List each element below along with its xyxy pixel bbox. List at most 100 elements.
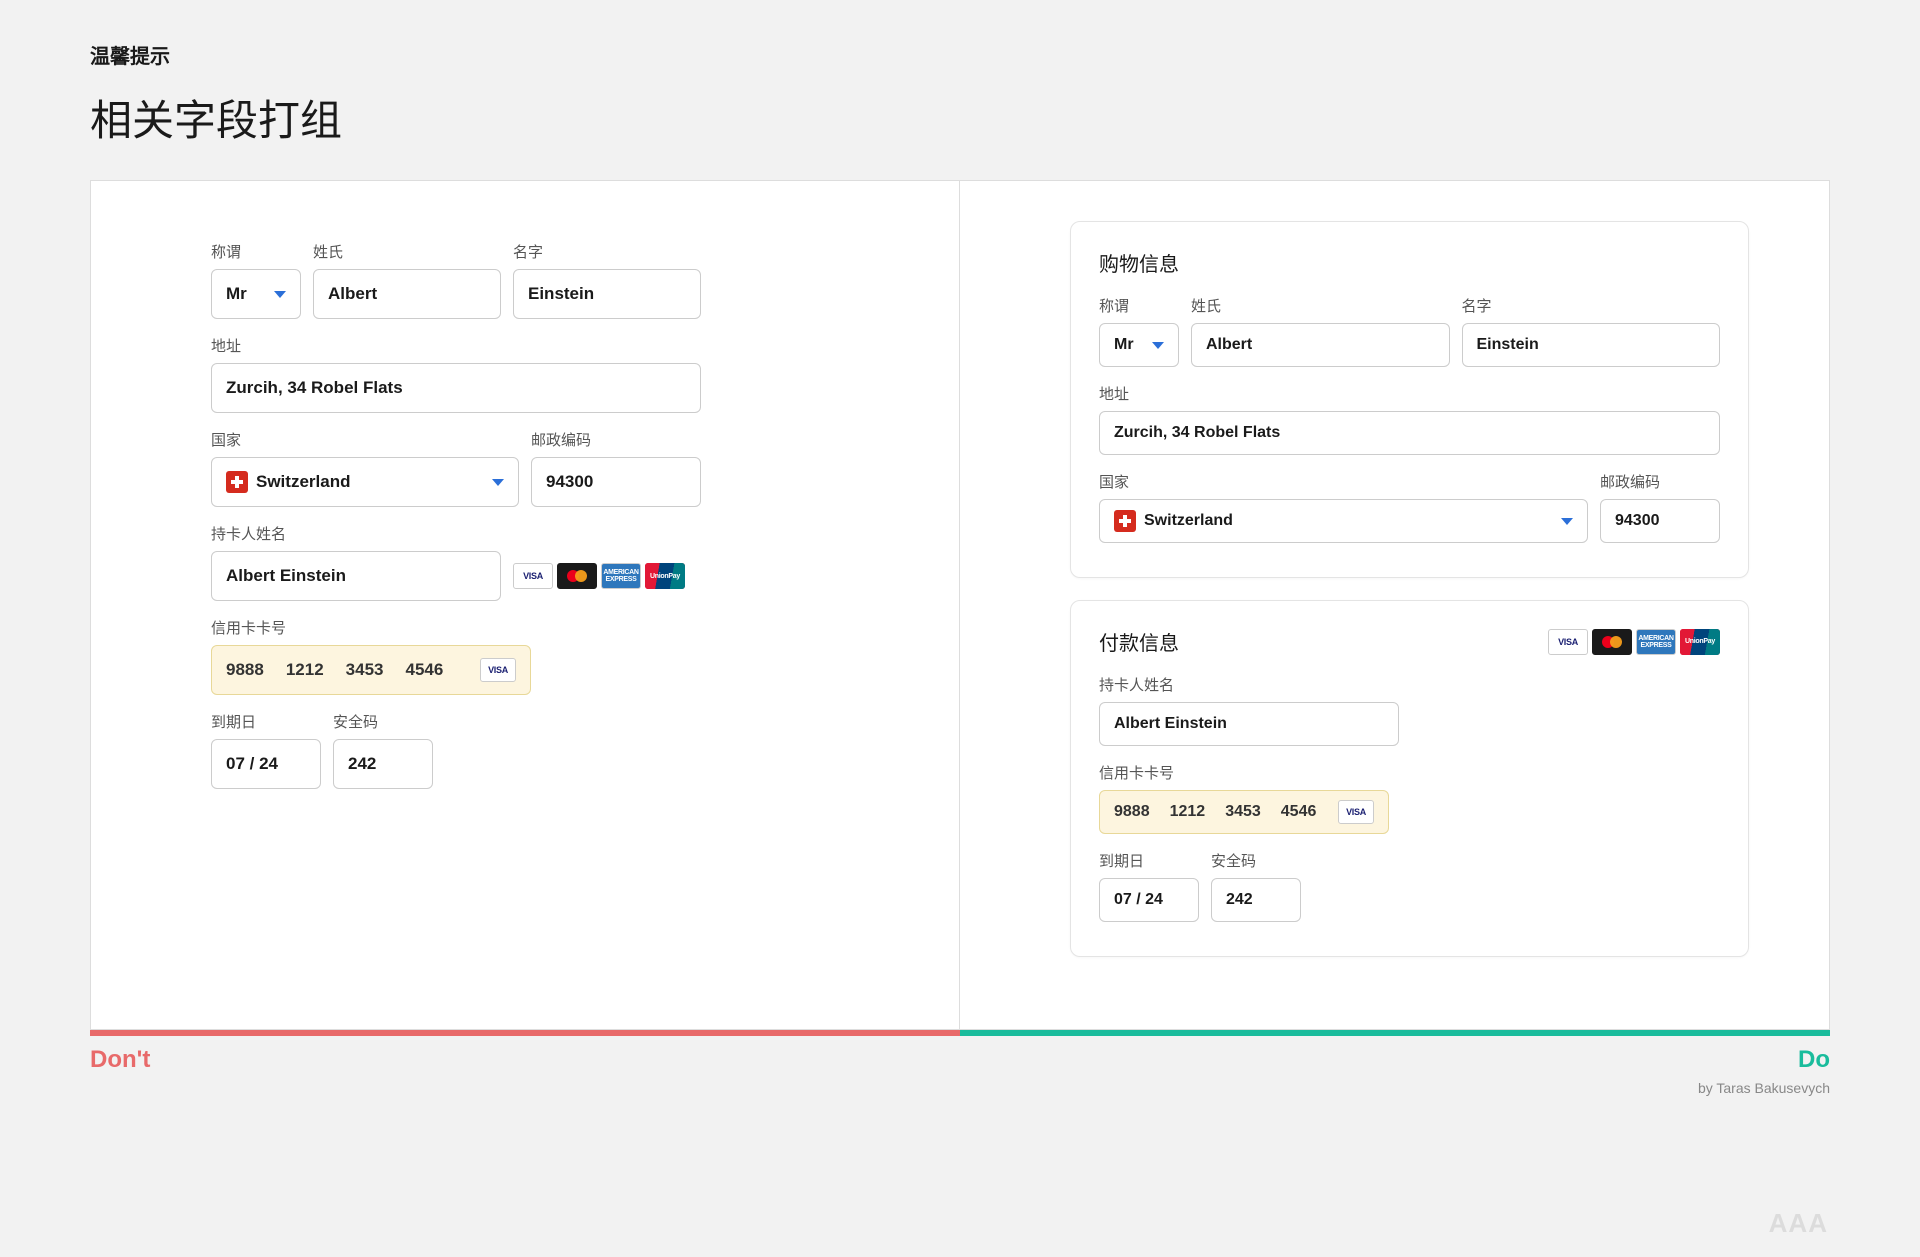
card-brand-row: VISA AMERICAN EXPRESS UnionPay: [1548, 629, 1720, 655]
cvc-value: 242: [1226, 891, 1253, 909]
lastname-value: Albert: [1206, 336, 1252, 354]
country-value: Switzerland: [1144, 512, 1233, 530]
do-panel: 购物信息 称谓 Mr 姓氏 Albert 名字 Einstein: [960, 181, 1829, 1029]
visa-icon: VISA: [1548, 629, 1588, 655]
visa-icon: VISA: [480, 658, 516, 682]
firstname-label: 名字: [513, 241, 701, 262]
payment-info-card: 付款信息 VISA AMERICAN EXPRESS UnionPay 持卡人姓…: [1070, 600, 1749, 957]
byline: by Taras Bakusevych: [90, 1080, 1830, 1096]
watermark: AAA: [1769, 1208, 1828, 1239]
address-input[interactable]: Zurcih, 34 Robel Flats: [211, 363, 701, 413]
address-label: 地址: [211, 335, 701, 356]
cardholder-value: Albert Einstein: [1114, 715, 1227, 733]
unionpay-icon: UnionPay: [645, 563, 685, 589]
cardholder-input[interactable]: Albert Einstein: [1099, 702, 1399, 746]
tip-label: 温馨提示: [90, 40, 1830, 69]
mastercard-icon: [557, 563, 597, 589]
amex-icon: AMERICAN EXPRESS: [1636, 629, 1676, 655]
cardholder-input[interactable]: Albert Einstein: [211, 551, 501, 601]
cardholder-label: 持卡人姓名: [1099, 674, 1399, 695]
visa-icon: VISA: [1338, 800, 1374, 824]
expiry-input[interactable]: 07 / 24: [1099, 878, 1199, 922]
cardholder-label: 持卡人姓名: [211, 523, 501, 544]
page-title: 相关字段打组: [90, 87, 1830, 148]
salutation-value: Mr: [226, 284, 247, 304]
firstname-label: 名字: [1462, 295, 1721, 316]
address-value: Zurcih, 34 Robel Flats: [1114, 424, 1280, 442]
cvc-input[interactable]: 242: [333, 739, 433, 789]
cvc-label: 安全码: [1211, 850, 1301, 871]
unionpay-icon: UnionPay: [1680, 629, 1720, 655]
mastercard-icon: [1592, 629, 1632, 655]
postcode-value: 94300: [1615, 512, 1660, 530]
do-bar: [960, 1030, 1830, 1036]
salutation-select[interactable]: Mr: [211, 269, 301, 319]
postcode-input[interactable]: 94300: [531, 457, 701, 507]
salutation-label: 称谓: [211, 241, 301, 262]
cc-group-3: 3453: [1225, 803, 1261, 821]
cardnumber-input[interactable]: 9888 1212 3453 4546 VISA: [211, 645, 531, 695]
firstname-input[interactable]: Einstein: [513, 269, 701, 319]
shopping-info-title: 购物信息: [1099, 248, 1720, 277]
visa-icon: VISA: [513, 563, 553, 589]
cc-group-2: 1212: [286, 660, 324, 680]
cardholder-value: Albert Einstein: [226, 566, 346, 586]
country-value: Switzerland: [256, 472, 350, 492]
dont-bar: [90, 1030, 960, 1036]
footer-bars: [90, 1030, 1830, 1036]
lastname-label: 姓氏: [313, 241, 501, 262]
postcode-label: 邮政编码: [1600, 471, 1720, 492]
cvc-value: 242: [348, 754, 376, 774]
expiry-label: 到期日: [1099, 850, 1199, 871]
chevron-down-icon: [1561, 518, 1573, 525]
lastname-value: Albert: [328, 284, 377, 304]
do-label: Do: [1798, 1046, 1830, 1074]
lastname-label: 姓氏: [1191, 295, 1450, 316]
expiry-label: 到期日: [211, 711, 321, 732]
switzerland-flag-icon: [226, 471, 248, 493]
dont-label: Don't: [90, 1046, 150, 1074]
country-label: 国家: [1099, 471, 1588, 492]
cc-group-4: 4546: [1281, 803, 1317, 821]
payment-info-title: 付款信息 VISA AMERICAN EXPRESS UnionPay: [1099, 627, 1720, 656]
country-select[interactable]: Switzerland: [211, 457, 519, 507]
postcode-label: 邮政编码: [531, 429, 701, 450]
cardnumber-label: 信用卡卡号: [1099, 762, 1389, 783]
card-brand-row: VISA AMERICAN EXPRESS UnionPay: [513, 563, 685, 589]
switzerland-flag-icon: [1114, 510, 1136, 532]
comparison-panel: 称谓 Mr 姓氏 Albert 名字 Einstein 地址: [90, 180, 1830, 1030]
address-input[interactable]: Zurcih, 34 Robel Flats: [1099, 411, 1720, 455]
postcode-input[interactable]: 94300: [1600, 499, 1720, 543]
cardnumber-input[interactable]: 9888 1212 3453 4546 VISA: [1099, 790, 1389, 834]
cvc-label: 安全码: [333, 711, 433, 732]
expiry-value: 07 / 24: [226, 754, 278, 774]
amex-icon: AMERICAN EXPRESS: [601, 563, 641, 589]
cc-group-1: 9888: [1114, 803, 1150, 821]
shopping-info-card: 购物信息 称谓 Mr 姓氏 Albert 名字 Einstein: [1070, 221, 1749, 578]
cardnumber-label: 信用卡卡号: [211, 617, 531, 638]
cc-group-2: 1212: [1170, 803, 1206, 821]
salutation-select[interactable]: Mr: [1099, 323, 1179, 367]
cc-group-1: 9888: [226, 660, 264, 680]
chevron-down-icon: [274, 291, 286, 298]
dont-panel: 称谓 Mr 姓氏 Albert 名字 Einstein 地址: [91, 181, 960, 1029]
address-label: 地址: [1099, 383, 1720, 404]
postcode-value: 94300: [546, 472, 593, 492]
chevron-down-icon: [492, 479, 504, 486]
expiry-value: 07 / 24: [1114, 891, 1163, 909]
cvc-input[interactable]: 242: [1211, 878, 1301, 922]
salutation-label: 称谓: [1099, 295, 1179, 316]
chevron-down-icon: [1152, 342, 1164, 349]
firstname-input[interactable]: Einstein: [1462, 323, 1721, 367]
country-label: 国家: [211, 429, 519, 450]
firstname-value: Einstein: [1477, 336, 1539, 354]
cc-group-4: 4546: [405, 660, 443, 680]
country-select[interactable]: Switzerland: [1099, 499, 1588, 543]
address-value: Zurcih, 34 Robel Flats: [226, 378, 403, 398]
lastname-input[interactable]: Albert: [1191, 323, 1450, 367]
firstname-value: Einstein: [528, 284, 594, 304]
cc-group-3: 3453: [346, 660, 384, 680]
expiry-input[interactable]: 07 / 24: [211, 739, 321, 789]
lastname-input[interactable]: Albert: [313, 269, 501, 319]
salutation-value: Mr: [1114, 336, 1134, 354]
